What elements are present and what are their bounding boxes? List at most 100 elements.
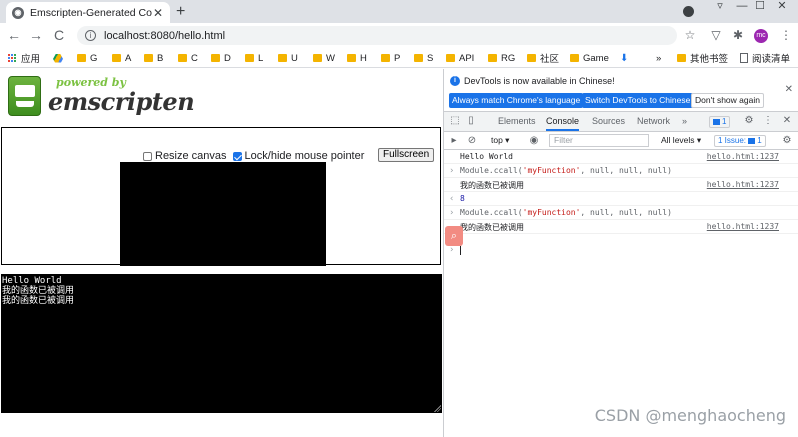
bookmark-other[interactable]: 其他书签 <box>677 51 728 65</box>
chevron-right-icon: › <box>449 208 455 218</box>
window-close-button[interactable]: ✕ <box>764 0 798 14</box>
resize-canvas-checkbox[interactable] <box>143 151 152 161</box>
forward-button[interactable]: → <box>28 27 44 43</box>
issue-counter[interactable]: 1 Issue: 1 <box>714 135 766 147</box>
url-text: localhost:8080/hello.html <box>104 29 226 42</box>
bookmark-folder[interactable]: S <box>414 51 433 65</box>
bookmark-folder[interactable]: B <box>144 51 163 65</box>
browser-tab[interactable]: ◉ Emscripten-Generated Code ✕ <box>6 2 170 23</box>
reload-button[interactable]: C <box>51 27 67 43</box>
folder-icon <box>414 54 423 62</box>
text-caret <box>460 246 461 255</box>
source-link[interactable]: hello.html:1237 <box>707 222 779 231</box>
menu-icon[interactable]: ⋮ <box>778 27 794 43</box>
bookmark-folder[interactable]: D <box>211 51 231 65</box>
console-message: Hello World hello.html:1237 <box>444 150 798 164</box>
chevron-right-icon: › <box>449 245 455 255</box>
folder-icon <box>278 54 287 62</box>
kebab-menu-icon[interactable]: ⋮ <box>762 115 774 127</box>
info-icon[interactable]: i <box>85 30 96 41</box>
more-tabs-button[interactable]: » <box>682 112 687 131</box>
console-input-echo: › Module.ccall('myFunction', null, null,… <box>444 164 798 178</box>
puzzle-icon[interactable]: ✱ <box>730 27 746 43</box>
output-line: 我的函数已被调用 <box>2 286 75 296</box>
output-textarea[interactable]: Hello World 我的函数已被调用 我的函数已被调用 <box>1 274 442 413</box>
tab-elements[interactable]: Elements <box>498 112 536 131</box>
tab-sources[interactable]: Sources <box>592 112 625 131</box>
console-filter-input[interactable]: Filter <box>549 134 649 147</box>
folder-icon <box>381 54 390 62</box>
device-toolbar-icon[interactable]: ▯ <box>465 115 477 127</box>
console-settings-icon[interactable]: ⚙ <box>781 135 793 147</box>
resize-grip-icon[interactable] <box>434 405 441 412</box>
search-icon[interactable]: ⌕ <box>445 226 463 246</box>
bookmark-folder[interactable]: U <box>278 51 298 65</box>
close-devtools-icon[interactable]: ✕ <box>781 115 793 127</box>
console-prompt[interactable]: › <box>444 243 798 257</box>
drive-bookmark[interactable] <box>53 51 67 65</box>
source-link[interactable]: hello.html:1237 <box>707 152 779 161</box>
logo-brand-text: emscripten <box>48 87 195 116</box>
canvas-controls: Resize canvas Lock/hide mouse pointer <box>143 150 370 162</box>
folder-icon <box>570 54 579 62</box>
avatar[interactable]: mc <box>754 29 768 43</box>
eye-icon[interactable]: ◉ <box>528 135 540 147</box>
bookmark-folder[interactable]: H <box>347 51 367 65</box>
folder-icon <box>313 54 322 62</box>
bookmark-folder[interactable]: Game <box>570 51 609 65</box>
infobar-close-icon[interactable]: ✕ <box>785 84 793 95</box>
lock-pointer-checkbox[interactable] <box>232 151 242 161</box>
infobar-message: DevTools is now available in Chinese! <box>464 76 615 86</box>
address-bar[interactable]: i localhost:8080/hello.html <box>77 26 677 45</box>
download-icon: ⬇ <box>620 52 629 64</box>
tab-network[interactable]: Network <box>637 112 670 131</box>
bookmark-folder[interactable]: API <box>446 51 474 65</box>
bookmark-folder[interactable]: W <box>313 51 335 65</box>
reading-list[interactable]: 阅读清单 <box>740 51 790 65</box>
dont-show-button[interactable]: Don't show again <box>691 93 764 108</box>
source-link[interactable]: hello.html:1237 <box>707 180 779 189</box>
download-bookmark[interactable]: ⬇ <box>620 51 632 65</box>
bookmark-folder[interactable]: A <box>112 51 131 65</box>
match-language-button[interactable]: Always match Chrome's language <box>449 93 584 108</box>
apps-grid-icon <box>8 53 17 63</box>
star-icon[interactable]: ☆ <box>682 27 698 43</box>
bookmarks-overflow[interactable]: » <box>656 51 661 65</box>
log-levels-select[interactable]: All levels ▾ <box>661 135 701 146</box>
folder-icon <box>211 54 220 62</box>
message-flag-icon <box>748 137 756 144</box>
issues-badge[interactable]: 1 <box>709 116 731 128</box>
folder-icon <box>144 54 153 62</box>
bookmark-folder[interactable]: C <box>178 51 198 65</box>
sidebar-toggle-icon[interactable]: ▸ <box>448 135 460 147</box>
bookmark-apps-label: 应用 <box>21 54 41 65</box>
bookmark-apps[interactable]: 应用 <box>8 51 40 65</box>
bookmark-folder[interactable]: L <box>245 51 263 65</box>
canvas-container: Resize canvas Lock/hide mouse pointer Fu… <box>1 127 441 266</box>
tab-title: Emscripten-Generated Code <box>30 6 152 19</box>
bookmark-folder[interactable]: 社区 <box>527 51 559 65</box>
inspect-icon[interactable]: ⬚ <box>449 115 461 127</box>
extension-filter-icon[interactable]: ▽ <box>708 27 724 43</box>
clear-console-icon[interactable]: ⊘ <box>466 135 478 147</box>
message-flag-icon <box>713 118 720 125</box>
context-selector[interactable]: top ▾ <box>491 135 509 146</box>
output-line: 我的函数已被调用 <box>2 296 75 306</box>
bookmark-folder[interactable]: P <box>381 51 400 65</box>
fullscreen-button[interactable]: Fullscreen <box>378 148 435 162</box>
tab-console[interactable]: Console <box>546 112 580 131</box>
drive-icon <box>53 53 63 63</box>
bookmark-folder[interactable]: G <box>77 51 97 65</box>
bookmarks-bar: 应用 G A B C D L U W H P S API RG 社区 Game … <box>0 48 798 68</box>
switch-chinese-button[interactable]: Switch DevTools to Chinese <box>582 93 694 108</box>
folder-icon <box>77 54 86 62</box>
language-infobar: i DevTools is now available in Chinese! … <box>444 69 798 112</box>
bookmark-folder[interactable]: RG <box>488 51 515 65</box>
tab-close-icon[interactable]: ✕ <box>152 6 164 20</box>
new-tab-button[interactable]: + <box>176 3 185 21</box>
render-canvas[interactable] <box>120 162 326 266</box>
lock-pointer-label: Lock/hide mouse pointer <box>244 150 365 162</box>
console-toolbar: ▸ ⊘ top ▾ ◉ Filter All levels ▾ 1 Issue:… <box>444 132 798 150</box>
gear-icon[interactable]: ⚙ <box>743 115 755 127</box>
back-button[interactable]: ← <box>6 27 22 43</box>
